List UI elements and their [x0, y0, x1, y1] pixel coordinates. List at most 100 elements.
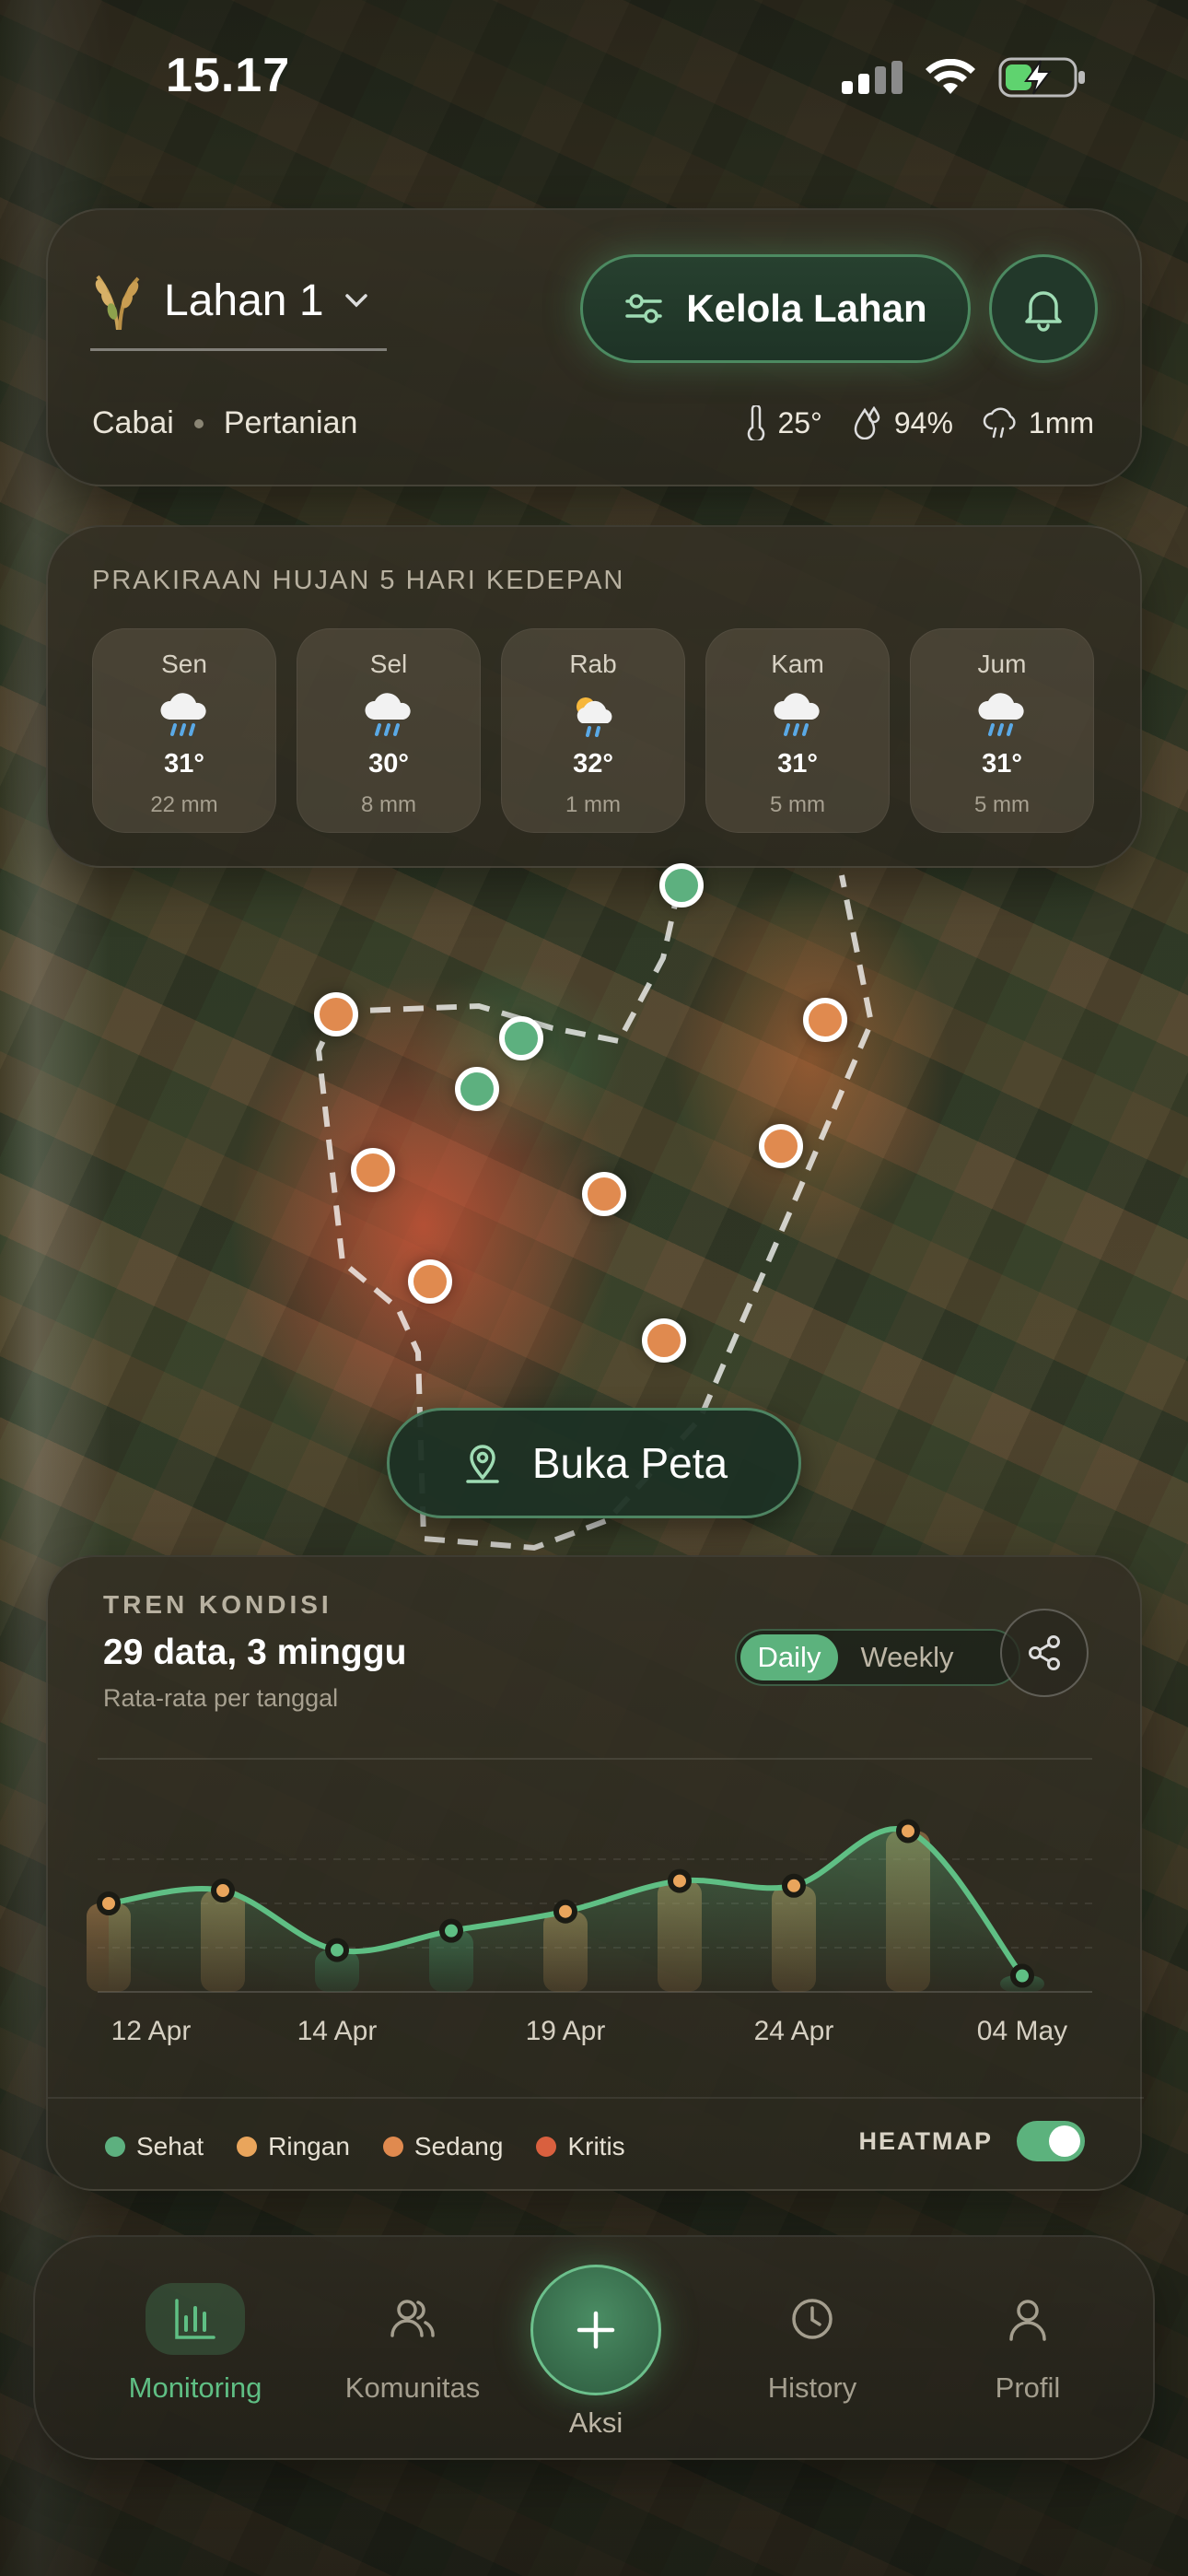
forecast-rain: 22 mm — [150, 792, 218, 817]
forecast-day-name: Sen — [161, 650, 207, 678]
nav-icon-wrap — [763, 2283, 862, 2355]
chart-point[interactable] — [97, 1891, 121, 1915]
legend-label: Sedang — [413, 2132, 504, 2160]
forecast-temp: 31° — [982, 749, 1022, 779]
manage-land-button[interactable]: Kelola Lahan — [580, 254, 971, 363]
nav-label: History — [767, 2371, 857, 2404]
rainfall-value: 1mm — [1028, 405, 1094, 439]
forecast-day-card[interactable]: Sen 31° 22 mm — [92, 628, 276, 833]
map-pin[interactable] — [659, 863, 704, 907]
heatmap-toggle[interactable] — [1017, 2121, 1085, 2161]
temperature-reading: 25° — [746, 405, 822, 440]
divider — [48, 2097, 1144, 2099]
nav-label: Komunitas — [344, 2371, 481, 2404]
action-fab-button[interactable] — [530, 2265, 661, 2395]
nav-icon-wrap — [146, 2283, 245, 2355]
chart-point[interactable] — [553, 1899, 577, 1924]
share-icon — [1029, 1635, 1060, 1670]
nav-history[interactable]: History — [720, 2283, 904, 2405]
legend-item: Sehat — [105, 2132, 204, 2161]
rain-cloud-icon — [365, 693, 411, 736]
status-time: 15.17 — [166, 49, 291, 102]
rain-cloud-outline-icon — [983, 407, 1016, 439]
chart-point[interactable] — [211, 1879, 235, 1903]
map-pin[interactable] — [582, 1172, 626, 1216]
forecast-day-card[interactable]: Kam 31° 5 mm — [705, 628, 890, 833]
trend-subtitle: Rata-rata per tanggal — [103, 1684, 339, 1712]
condition-legend: Sehat Ringan Sedang Kritis — [105, 2132, 625, 2161]
map-pin[interactable] — [759, 1124, 803, 1168]
bottom-navigation: Monitoring Komunitas Aksi History Profil — [33, 2235, 1155, 2460]
map-pin[interactable] — [499, 1016, 543, 1060]
forecast-days: Sen 31° 22 mm Sel 30° 8 mm Rab 32° 1 mm … — [92, 628, 1094, 833]
x-tick-label: 24 Apr — [754, 2016, 834, 2046]
forecast-temp: 30° — [368, 749, 409, 779]
legend-label: Ringan — [268, 2132, 350, 2160]
chevron-down-icon — [344, 294, 367, 308]
land-name: Lahan 1 — [164, 275, 324, 325]
forecast-day-card[interactable]: Sel 30° 8 mm — [297, 628, 481, 833]
chart-point[interactable] — [1010, 1963, 1034, 1988]
forecast-day-card[interactable]: Jum 31° 5 mm — [910, 628, 1094, 833]
status-bar: 15.17 — [0, 0, 1188, 157]
period-toggle: Daily Weekly — [735, 1629, 1020, 1686]
humidity-value: 94% — [893, 405, 953, 439]
map-pin[interactable] — [455, 1067, 499, 1111]
forecast-rain: 1 mm — [565, 792, 621, 817]
chart-point[interactable] — [896, 1819, 920, 1844]
heatmap-control: HEATMAP — [859, 2121, 1085, 2161]
map-pin[interactable] — [642, 1318, 686, 1363]
nav-profil[interactable]: Profil — [936, 2283, 1120, 2405]
nav-icon-wrap — [363, 2283, 462, 2355]
toggle-weekly[interactable]: Weekly — [838, 1634, 976, 1680]
rain-cloud-icon — [978, 693, 1024, 736]
nav-label: Monitoring — [128, 2371, 262, 2404]
rainfall-reading: 1mm — [983, 406, 1094, 440]
chart-point[interactable] — [668, 1868, 692, 1893]
trend-chart[interactable]: 12 Apr 14 Apr 19 Apr 24 Apr 04 May — [48, 1787, 1144, 2064]
nav-label-aksi[interactable]: Aksi — [530, 2406, 661, 2440]
users-icon — [390, 2300, 435, 2337]
share-button[interactable] — [1000, 1609, 1089, 1697]
map-pin[interactable] — [803, 998, 847, 1042]
crop-category: Pertanian — [223, 405, 358, 440]
open-map-label: Buka Peta — [531, 1439, 728, 1487]
rice-plant-icon — [95, 275, 140, 330]
notifications-button[interactable] — [989, 254, 1098, 363]
humidity-drop-icon — [854, 406, 880, 439]
map-pin-icon — [466, 1445, 499, 1483]
forecast-rain: 5 mm — [974, 792, 1030, 817]
rain-cloud-icon — [160, 693, 206, 736]
condition-trend-card: TREN KONDISI 29 data, 3 minggu Rata-rata… — [46, 1555, 1144, 2191]
forecast-day-name: Kam — [771, 650, 824, 678]
forecast-rain: 8 mm — [361, 792, 416, 817]
crop-info: Cabai Pertanian — [92, 405, 357, 441]
map-pin[interactable] — [314, 992, 358, 1036]
trend-eyebrow: TREN KONDISI — [103, 1590, 332, 1619]
sun-rain-icon — [577, 697, 612, 737]
land-selector[interactable]: Lahan 1 — [90, 271, 387, 351]
divider — [98, 1758, 1092, 1760]
legend-swatch — [237, 2137, 258, 2157]
open-map-button[interactable]: Buka Peta — [387, 1408, 801, 1518]
legend-swatch — [105, 2137, 125, 2157]
chart-point[interactable] — [439, 1918, 463, 1943]
chart-point[interactable] — [782, 1873, 806, 1898]
legend-label: Kritis — [567, 2132, 625, 2160]
current-weather: 25° 94% 1mm — [746, 405, 1094, 440]
legend-swatch — [382, 2137, 403, 2157]
nav-monitoring[interactable]: Monitoring — [103, 2283, 287, 2405]
toggle-daily[interactable]: Daily — [740, 1634, 838, 1680]
sliders-icon — [625, 294, 663, 323]
chart-point[interactable] — [325, 1938, 349, 1962]
forecast-title: PRAKIRAAN HUJAN 5 HARI KEDEPAN — [92, 566, 625, 595]
forecast-temp: 31° — [164, 749, 204, 779]
map-pin[interactable] — [408, 1259, 452, 1304]
forecast-day-card[interactable]: Rab 32° 1 mm — [501, 628, 685, 833]
forecast-day-name: Sel — [369, 650, 408, 678]
nav-komunitas[interactable]: Komunitas — [320, 2283, 505, 2405]
x-tick-label: 14 Apr — [297, 2016, 378, 2046]
signal-icon — [842, 61, 903, 94]
rain-forecast-card: PRAKIRAAN HUJAN 5 HARI KEDEPAN Sen 31° 2… — [46, 525, 1142, 868]
map-pin[interactable] — [351, 1148, 395, 1192]
